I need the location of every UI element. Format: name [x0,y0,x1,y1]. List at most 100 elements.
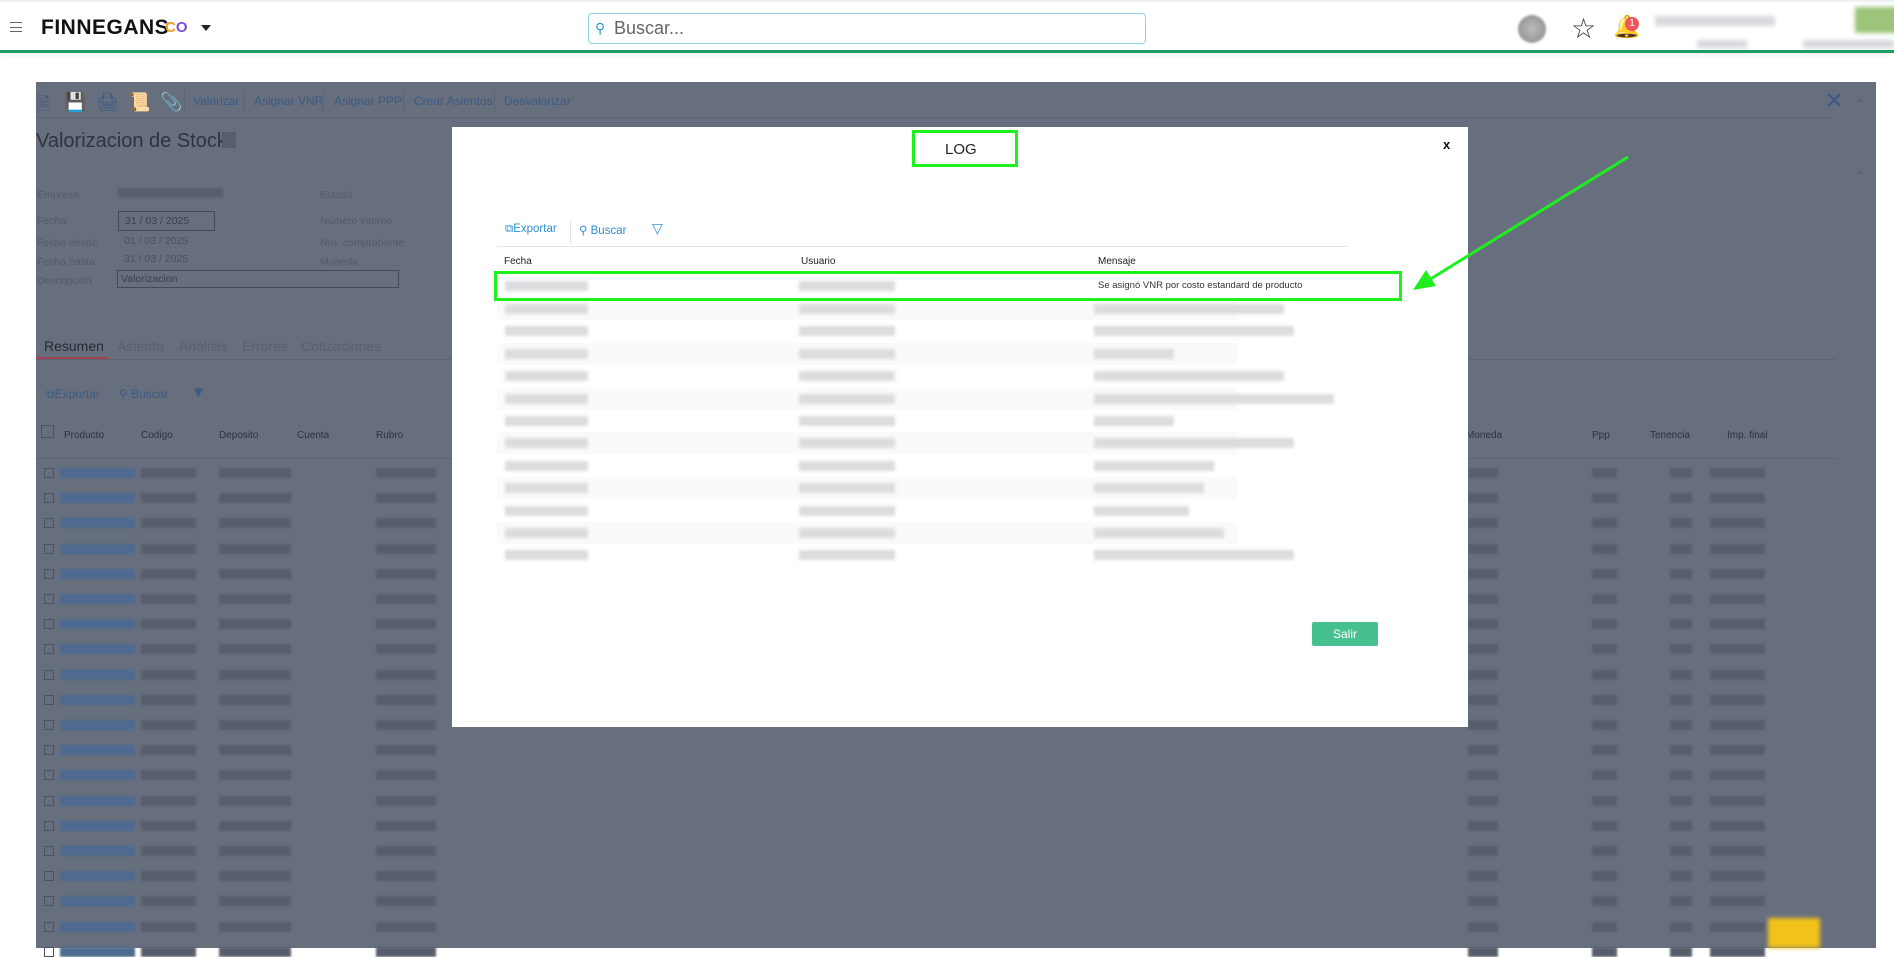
log-row[interactable] [497,477,1237,500]
attachment-icon[interactable]: 📎 [160,92,182,113]
row-checkbox[interactable] [44,846,54,856]
print-icon[interactable]: 🖨 [96,92,119,113]
row-checkbox[interactable] [44,543,54,554]
row-checkbox[interactable] [44,694,54,705]
row-checkbox[interactable] [44,921,54,932]
crear-asientos-button[interactable]: Crear Asientos [414,94,493,108]
column-header-usuario[interactable]: Usuario [801,256,835,267]
column-header-rubro[interactable]: Rubro [376,430,403,441]
log-row[interactable] [497,342,1237,365]
row-checkbox[interactable] [44,568,54,579]
tab-cotizaciones[interactable]: Cotizaciones [301,338,381,354]
log-filter-icon[interactable]: ▽ [652,220,663,237]
row-checkbox[interactable] [44,896,54,907]
grid-search-button[interactable]: ⚲ Buscar [119,387,168,401]
redacted-cell [1468,795,1498,806]
redacted-cell [141,745,196,756]
desvalorizar-button[interactable]: Desvalorizar [504,94,571,108]
row-checkbox[interactable] [44,946,54,957]
row-checkbox[interactable] [44,493,54,504]
row-checkbox[interactable] [44,745,54,756]
column-header-codigo[interactable]: Codigo [141,430,173,441]
log-row[interactable] [497,320,1294,343]
redacted-cell [141,795,196,806]
row-checkbox[interactable] [44,644,54,655]
exit-button[interactable]: Salir [1312,622,1378,646]
row-checkbox[interactable] [44,518,54,529]
grid-export-button[interactable]: ⧉Exportar [46,387,100,402]
log-export-button[interactable]: ⧉Exportar [505,223,557,236]
column-header-deposito[interactable]: Deposito [219,430,258,441]
fecha-hasta-value[interactable]: 31 / 03 / 2025 [124,253,188,265]
redacted-cell [505,371,588,382]
column-header-cuenta[interactable]: Cuenta [297,430,329,441]
asignar-vnr-button[interactable]: Asignar VNR [254,94,323,108]
redacted-cell [60,795,135,806]
descripcion-input[interactable]: Valorizacion [117,270,399,288]
redacted-cell [1094,304,1284,314]
select-all-checkbox[interactable] [41,425,54,438]
asignar-ppp-button[interactable]: Asignar PPP [334,94,402,108]
fecha-desde-value[interactable]: 01 / 03 / 2025 [124,235,188,247]
column-header-imp-final[interactable]: Imp. final [1727,430,1768,441]
redacted-cell [1670,896,1692,907]
column-header-ppp[interactable]: Ppp [1592,430,1610,441]
log-row[interactable] [497,522,1237,544]
save-icon[interactable]: 💾 [64,92,86,113]
redacted-cell [1710,720,1765,730]
column-header-moneda[interactable]: Moneda [1466,430,1502,441]
tab-resumen[interactable]: Resumen [44,338,104,354]
menu-icon[interactable] [10,22,22,32]
document-icon[interactable]: 📜 [128,92,150,113]
tab-asiento[interactable]: Asiento [117,338,164,354]
chevron-down-icon[interactable]: ⌄ [1856,92,1865,105]
valorizar-button[interactable]: Valorizar [193,94,239,108]
close-form-icon[interactable]: ✕ [1825,88,1843,114]
log-search-button[interactable]: ⚲ Buscar [579,223,626,237]
row-checkbox[interactable] [44,871,54,882]
row-checkbox[interactable] [44,669,54,680]
company-dropdown-icon[interactable] [201,25,211,31]
favorites-star-icon[interactable]: ☆ [1571,12,1596,45]
help-widget-icon[interactable] [1768,918,1820,948]
log-row[interactable] [497,410,1237,432]
log-row[interactable] [497,454,1237,477]
row-checkbox[interactable] [44,720,54,730]
tab-errores[interactable]: Errores [242,338,288,354]
redacted-cell [1094,460,1214,471]
log-row[interactable] [497,432,1294,455]
log-row[interactable] [497,544,1294,567]
row-checkbox[interactable] [44,795,54,806]
redacted-cell [219,896,291,907]
log-row[interactable] [497,499,1237,522]
numero-interno-label: Número interno [320,215,393,227]
row-checkbox[interactable] [44,468,54,478]
empresa-value-redacted[interactable] [118,188,223,198]
search-input[interactable]: ⚲ Buscar... [588,13,1146,44]
log-row[interactable] [497,365,1284,388]
app-logo-icon[interactable] [1518,15,1546,43]
user-avatar[interactable] [1855,7,1894,33]
tab-analisis[interactable]: Análisis [179,338,227,354]
column-header-producto[interactable]: Producto [64,430,104,441]
fecha-input[interactable]: 31 / 03 / 2025 [118,211,215,231]
row-checkbox[interactable] [44,820,54,831]
chevron-down-icon[interactable]: ⌄ [1856,164,1865,177]
log-row[interactable] [497,387,1334,410]
redacted-cell [376,921,436,932]
log-row[interactable] [497,298,1284,320]
log-search-label: Buscar [590,225,627,237]
row-checkbox[interactable] [44,770,54,781]
redacted-cell [1592,770,1617,781]
user-name-redacted[interactable] [1655,16,1775,26]
filter-icon[interactable]: ▼ [191,384,206,401]
row-checkbox[interactable] [44,619,54,630]
redacted-cell [60,493,135,504]
redacted-cell [141,921,196,932]
redacted-cell [505,393,588,404]
column-header-fecha[interactable]: Fecha [504,256,532,267]
column-header-mensaje[interactable]: Mensaje [1098,256,1136,267]
column-header-tenencia[interactable]: Tenencia [1650,430,1690,441]
brand-logo[interactable]: FINNEGANS [41,16,169,40]
row-checkbox[interactable] [44,594,54,604]
